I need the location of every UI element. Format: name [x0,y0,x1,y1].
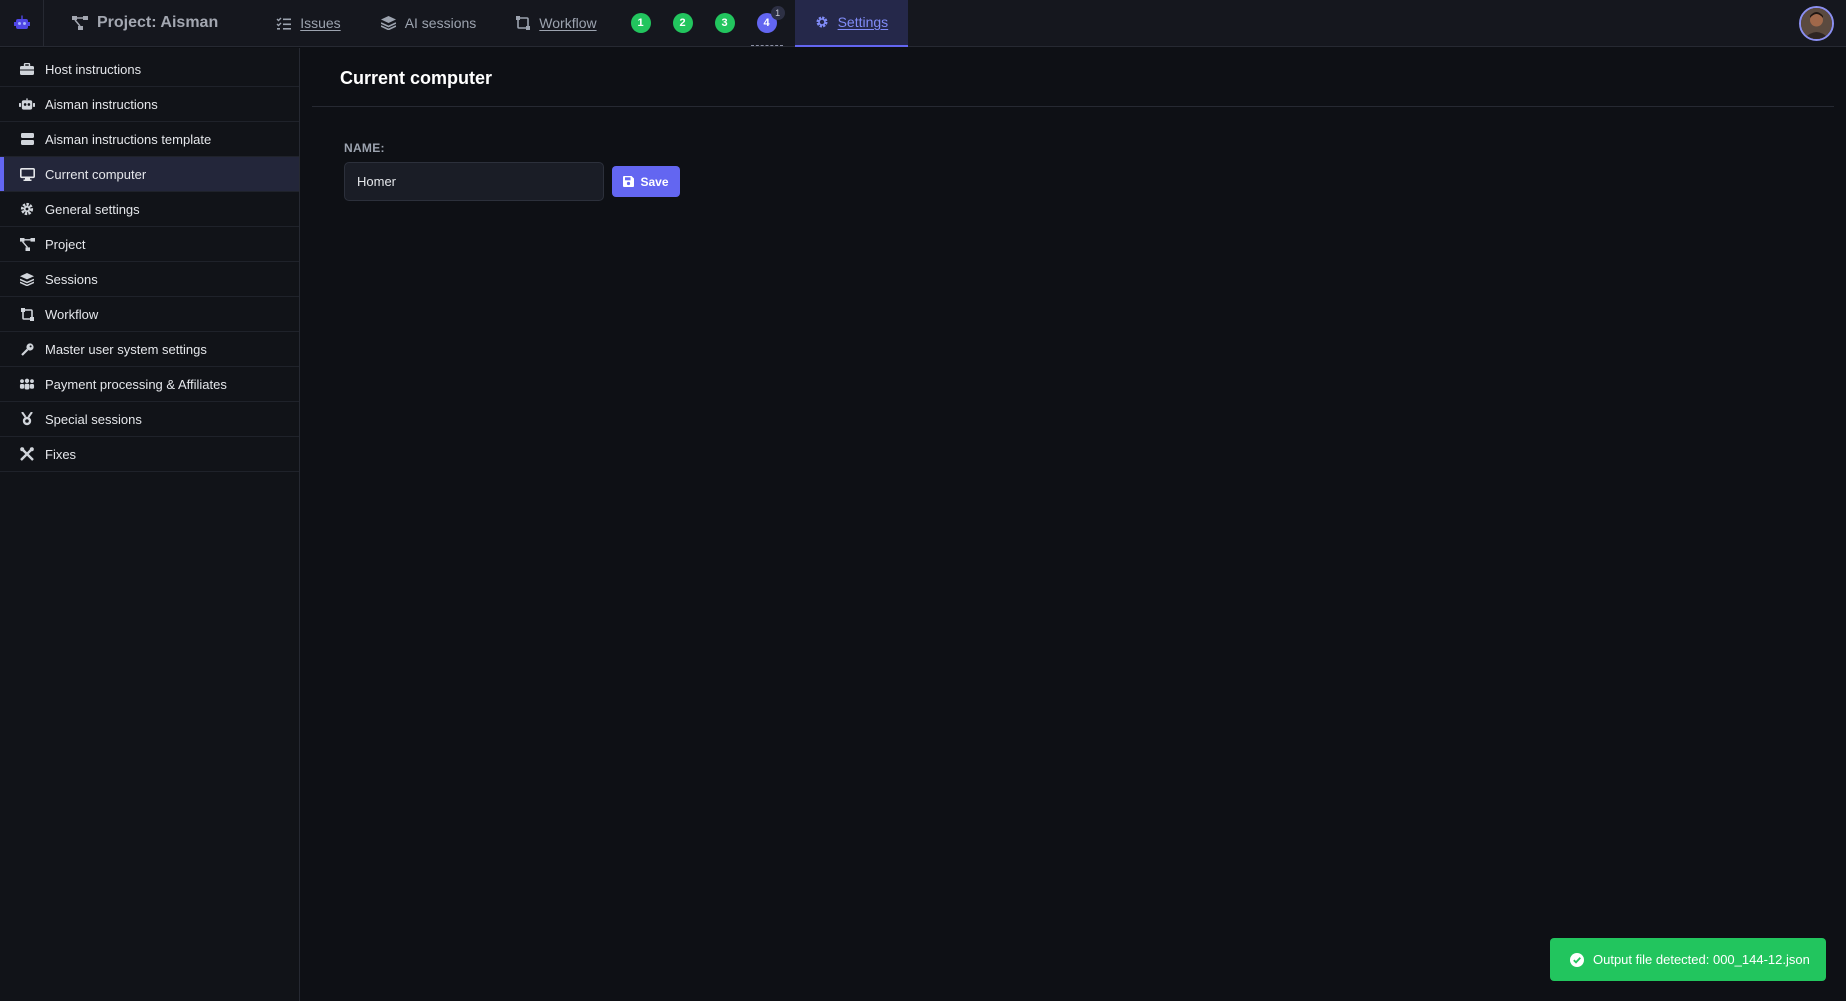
sidebar-item-aisman-instructions[interactable]: Aisman instructions [0,87,299,122]
sidebar-item-aisman-instructions-template[interactable]: Aisman instructions template [0,122,299,157]
sidebar-item-special-sessions[interactable]: Special sessions [0,402,299,437]
sidebar-item-payment-processing-affiliates[interactable]: Payment processing & Affiliates [0,367,299,402]
nav-ai-sessions[interactable]: AI sessions [361,0,497,47]
session-badge-1[interactable]: 1 [630,13,651,33]
session-badge-4-label: 4 [763,17,770,29]
sidebar-item-label: Master user system settings [45,341,207,357]
name-field-label: NAME: [344,141,385,155]
sidebar-item-fixes[interactable]: Fixes [0,437,299,472]
session-badge-3[interactable]: 3 [714,13,735,33]
sidebar-item-label: Sessions [45,271,98,287]
save-button[interactable]: Save [612,166,680,197]
nav-settings-label: Settings [837,14,889,30]
sidebar-item-workflow[interactable]: Workflow [0,297,299,332]
nav-ai-sessions-label: AI sessions [404,15,477,31]
sidebar-item-general-settings[interactable]: General settings [0,192,299,227]
nav-project-label: Project: Aisman [97,14,219,31]
sidebar-item-sessions[interactable]: Sessions [0,262,299,297]
sidebar-item-label: General settings [45,201,140,217]
nav-project[interactable]: Project: Aisman [44,0,256,47]
sidebar-item-current-computer[interactable]: Current computer [0,157,299,192]
sidebar-item-master-user-system-settings[interactable]: Master user system settings [0,332,299,367]
check-circle-icon [1570,952,1584,967]
session-badge-2[interactable]: 2 [672,13,693,33]
workflow-icon [516,16,531,30]
settings-sidebar: Host instructions Aisman instructions Ai… [0,48,300,1001]
sidebar-item-label: Aisman instructions [45,96,158,112]
gear-icon [816,16,828,28]
sidebar-item-label: Host instructions [45,61,142,77]
title-divider [312,106,1834,107]
output-detected-toast[interactable]: Output file detected: 000_144-12.json [1550,938,1826,981]
nav-settings[interactable]: Settings [794,0,909,47]
people-icon [19,378,35,390]
medal-icon [19,412,35,426]
project-diagram-icon [72,16,88,30]
layers-icon [380,16,396,30]
briefcase-icon [19,63,35,75]
sidebar-item-label: Payment processing & Affiliates [45,376,227,392]
desktop-icon [19,167,35,181]
session-badges: 1 2 3 4 1 [630,0,785,47]
tools-icon [19,447,35,461]
page-title: Current computer [340,68,493,88]
layers-icon [19,272,35,286]
sidebar-item-host-instructions[interactable]: Host instructions [0,52,299,87]
robot-icon [19,97,35,111]
sidebar-item-label: Fixes [45,446,77,462]
sidebar-item-label: Aisman instructions template [45,131,212,147]
nav-issues-label: Issues [300,15,341,31]
sidebar-item-label: Current computer [45,166,147,182]
user-avatar[interactable] [1799,6,1834,41]
top-navbar: Project: Aisman Issues AI sessions Workf… [0,0,1846,47]
sidebar-item-label: Special sessions [45,411,142,427]
gear-icon [19,202,35,216]
robot-logo-icon [13,15,30,29]
sidebar-item-label: Project [45,236,86,252]
app-logo[interactable] [0,0,44,47]
avatar-icon [1801,8,1832,39]
toast-message: Output file detected: 000_144-12.json [1593,952,1810,967]
key-icon [19,342,35,356]
nav-workflow[interactable]: Workflow [496,0,616,47]
workflow-icon [19,307,35,321]
nav-issues[interactable]: Issues [256,0,360,47]
session-badge-4-count: 1 [770,6,785,20]
save-button-label: Save [640,174,669,189]
list-check-icon [276,17,292,30]
computer-name-input[interactable] [344,162,604,201]
floppy-disk-icon [623,176,635,187]
nav-workflow-label: Workflow [539,15,597,31]
project-diagram-icon [19,237,35,251]
session-badge-4[interactable]: 4 1 [756,6,785,33]
server-icon [19,133,35,145]
sidebar-item-project[interactable]: Project [0,227,299,262]
sidebar-item-label: Workflow [45,306,99,322]
